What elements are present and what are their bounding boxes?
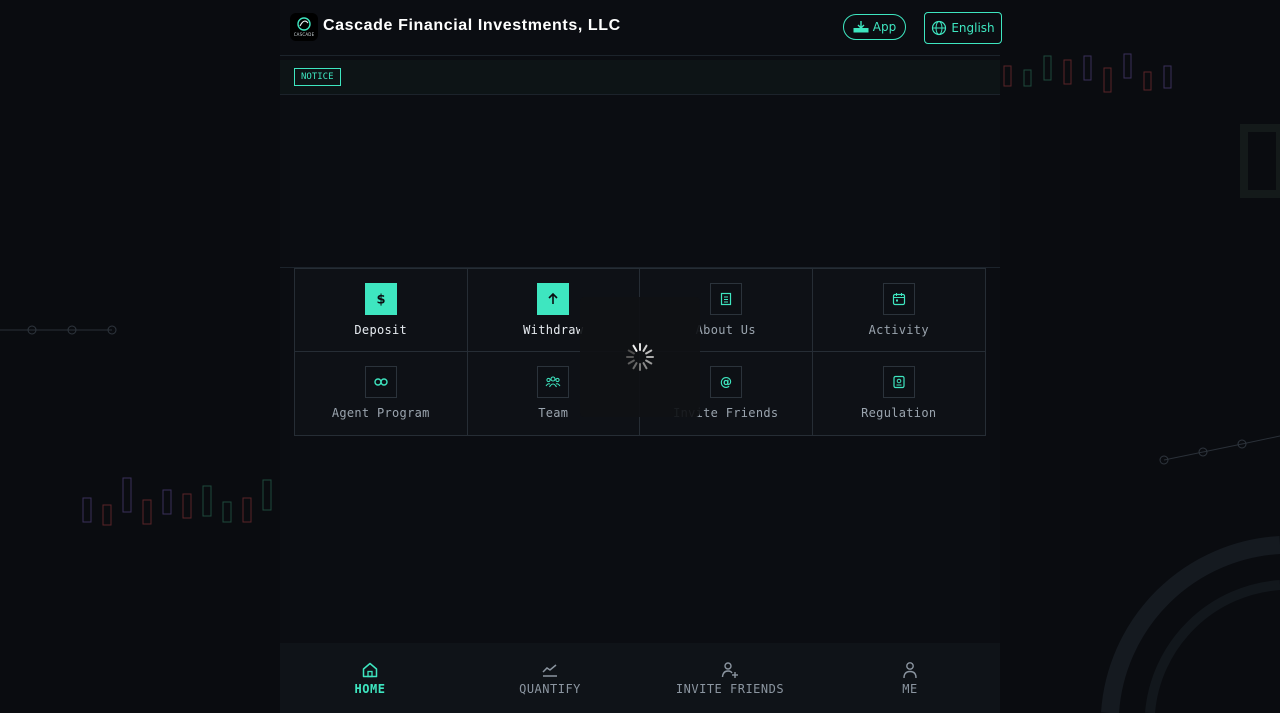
- logo-text: CASCADE: [293, 32, 315, 37]
- mobile-app-frame: CASCADE Cascade Financial Investments, L…: [280, 0, 1002, 713]
- tab-me[interactable]: ME: [820, 643, 1000, 713]
- tab-invite-friends[interactable]: INVITE FRIENDS: [640, 643, 820, 713]
- banner-area: [280, 95, 1000, 268]
- user-plus-icon: [721, 661, 738, 678]
- language-button[interactable]: English: [924, 12, 1002, 44]
- download-app-button[interactable]: App: [843, 14, 906, 40]
- tab-label: INVITE FRIENDS: [675, 681, 785, 696]
- bottom-tab-bar: HOME QUANTIFY INVITE FRIENDS ME: [280, 643, 1000, 713]
- certificate-icon: [882, 366, 915, 398]
- quick-action-agent-program[interactable]: Agent Program: [295, 352, 468, 435]
- notice-tag: NOTICE: [294, 68, 341, 86]
- tab-home[interactable]: HOME: [280, 643, 460, 713]
- quick-action-label: Team: [538, 406, 569, 420]
- download-icon: [853, 21, 869, 33]
- notice-bar[interactable]: NOTICE: [280, 60, 1000, 95]
- spinner-icon: [626, 343, 654, 371]
- quick-action-label: Deposit: [354, 323, 408, 337]
- tab-label: QUANTIFY: [519, 681, 581, 696]
- top-header: CASCADE Cascade Financial Investments, L…: [280, 0, 1002, 56]
- svg-text:@: @: [720, 375, 732, 389]
- home-icon: [362, 662, 378, 677]
- document-icon: [709, 283, 742, 315]
- infinity-icon: [364, 366, 397, 398]
- svg-text:$: $: [376, 293, 385, 308]
- app-button-label: App: [872, 20, 897, 34]
- quick-action-regulation[interactable]: Regulation: [813, 352, 986, 435]
- brand-name: Cascade Financial Investments, LLC: [323, 17, 621, 34]
- quick-action-label: Activity: [868, 323, 929, 337]
- quick-action-activity[interactable]: Activity: [812, 269, 985, 352]
- quick-action-label: Agent Program: [331, 406, 430, 420]
- loading-overlay: [580, 297, 700, 417]
- quick-action-deposit[interactable]: $ Deposit: [295, 269, 468, 352]
- quick-action-label: Regulation: [861, 406, 937, 420]
- quick-action-label: About Us: [695, 323, 756, 337]
- tab-label: ME: [902, 681, 918, 696]
- arrow-up-icon: [537, 283, 570, 315]
- dollar-icon: $: [364, 283, 397, 315]
- company-logo[interactable]: CASCADE: [290, 13, 318, 41]
- at-sign-icon: @: [709, 366, 742, 398]
- language-button-label: English: [951, 21, 995, 35]
- tab-label: HOME: [354, 681, 386, 696]
- quick-action-label: Withdraw: [523, 323, 584, 337]
- calendar-icon: [882, 283, 915, 315]
- user-icon: [903, 661, 917, 678]
- team-icon: [537, 366, 570, 398]
- globe-icon: [932, 20, 947, 36]
- tab-quantify[interactable]: QUANTIFY: [460, 643, 640, 713]
- chart-icon: [542, 663, 557, 677]
